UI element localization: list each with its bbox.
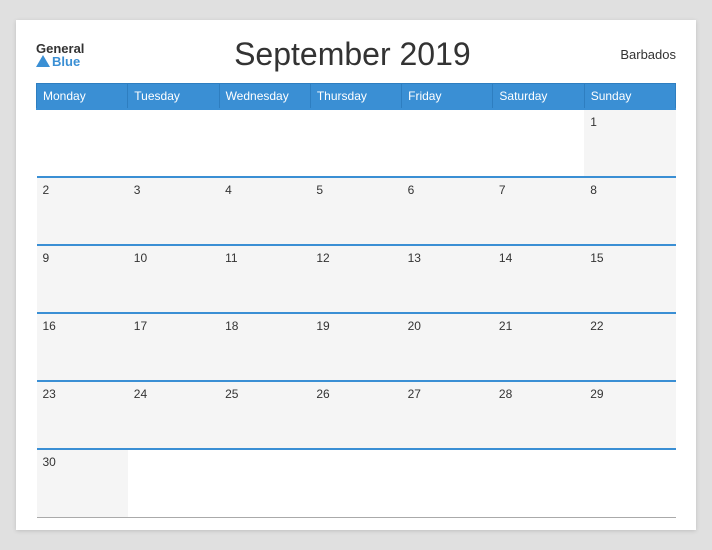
- calendar-cell: 23: [37, 381, 128, 449]
- calendar-cell: [310, 449, 401, 517]
- week-row-3: 9 10 11 12 13 14 15: [37, 245, 676, 313]
- logo-general-text: General: [36, 42, 84, 55]
- day-number: 24: [134, 387, 147, 401]
- calendar-cell: [493, 449, 584, 517]
- day-number: 18: [225, 319, 238, 333]
- day-number: 23: [43, 387, 56, 401]
- day-number: 8: [590, 183, 597, 197]
- calendar-cell: 16: [37, 313, 128, 381]
- week-row-6: 30: [37, 449, 676, 517]
- day-number: 29: [590, 387, 603, 401]
- calendar-cell: 7: [493, 177, 584, 245]
- calendar-cell: 2: [37, 177, 128, 245]
- country-label: Barbados: [620, 47, 676, 62]
- calendar-cell: 25: [219, 381, 310, 449]
- week-row-4: 16 17 18 19 20 21 22: [37, 313, 676, 381]
- calendar-cell: 26: [310, 381, 401, 449]
- calendar-cell: [128, 109, 219, 177]
- day-number: 13: [408, 251, 421, 265]
- calendar-cell: 5: [310, 177, 401, 245]
- day-number: 22: [590, 319, 603, 333]
- col-header-saturday: Saturday: [493, 84, 584, 110]
- day-number: 16: [43, 319, 56, 333]
- calendar-cell: 4: [219, 177, 310, 245]
- calendar-cell: 15: [584, 245, 675, 313]
- calendar-cell: 22: [584, 313, 675, 381]
- calendar-cell: [310, 109, 401, 177]
- calendar-cell: 21: [493, 313, 584, 381]
- day-number: 30: [43, 455, 56, 469]
- calendar-cell: 8: [584, 177, 675, 245]
- day-number: 27: [408, 387, 421, 401]
- day-number: 12: [316, 251, 329, 265]
- day-number: 20: [408, 319, 421, 333]
- calendar-cell: 6: [402, 177, 493, 245]
- col-header-monday: Monday: [37, 84, 128, 110]
- day-number: 3: [134, 183, 141, 197]
- calendar-cell: [219, 449, 310, 517]
- logo-blue-text: Blue: [52, 55, 80, 68]
- day-number: 19: [316, 319, 329, 333]
- day-number: 6: [408, 183, 415, 197]
- calendar-cell: 27: [402, 381, 493, 449]
- calendar-container: General Blue September 2019 Barbados Mon…: [16, 20, 696, 530]
- day-number: 25: [225, 387, 238, 401]
- calendar-table: MondayTuesdayWednesdayThursdayFridaySatu…: [36, 83, 676, 518]
- day-number: 15: [590, 251, 603, 265]
- calendar-cell: [402, 449, 493, 517]
- calendar-title: September 2019: [84, 36, 620, 73]
- calendar-cell: 10: [128, 245, 219, 313]
- logo-blue-row: Blue: [36, 55, 84, 68]
- day-number: 1: [590, 115, 597, 129]
- header-row: MondayTuesdayWednesdayThursdayFridaySatu…: [37, 84, 676, 110]
- week-row-2: 2 3 4 5 6 7 8: [37, 177, 676, 245]
- col-header-tuesday: Tuesday: [128, 84, 219, 110]
- calendar-cell: 30: [37, 449, 128, 517]
- calendar-cell: 14: [493, 245, 584, 313]
- calendar-cell: 17: [128, 313, 219, 381]
- day-number: 11: [225, 251, 237, 265]
- calendar-cell: 29: [584, 381, 675, 449]
- calendar-cell: [219, 109, 310, 177]
- day-number: 26: [316, 387, 329, 401]
- day-number: 5: [316, 183, 323, 197]
- day-number: 9: [43, 251, 50, 265]
- calendar-cell: 13: [402, 245, 493, 313]
- calendar-cell: [584, 449, 675, 517]
- day-number: 10: [134, 251, 147, 265]
- day-number: 7: [499, 183, 506, 197]
- calendar-cell: 18: [219, 313, 310, 381]
- calendar-cell: 3: [128, 177, 219, 245]
- col-header-thursday: Thursday: [310, 84, 401, 110]
- col-header-friday: Friday: [402, 84, 493, 110]
- calendar-cell: 9: [37, 245, 128, 313]
- calendar-cell: 19: [310, 313, 401, 381]
- calendar-cell: 1: [584, 109, 675, 177]
- day-number: 2: [43, 183, 50, 197]
- calendar-cell: 24: [128, 381, 219, 449]
- day-number: 14: [499, 251, 512, 265]
- week-row-1: 1: [37, 109, 676, 177]
- calendar-cell: 12: [310, 245, 401, 313]
- day-number: 28: [499, 387, 512, 401]
- day-number: 21: [499, 319, 512, 333]
- col-header-wednesday: Wednesday: [219, 84, 310, 110]
- col-header-sunday: Sunday: [584, 84, 675, 110]
- logo-triangle-icon: [36, 55, 50, 67]
- calendar-header: General Blue September 2019 Barbados: [36, 36, 676, 73]
- day-number: 17: [134, 319, 147, 333]
- calendar-cell: [402, 109, 493, 177]
- logo: General Blue: [36, 42, 84, 68]
- week-row-5: 23 24 25 26 27 28 29: [37, 381, 676, 449]
- calendar-cell: [493, 109, 584, 177]
- day-number: 4: [225, 183, 232, 197]
- calendar-cell: [37, 109, 128, 177]
- calendar-cell: 20: [402, 313, 493, 381]
- calendar-cell: 11: [219, 245, 310, 313]
- calendar-cell: [128, 449, 219, 517]
- calendar-cell: 28: [493, 381, 584, 449]
